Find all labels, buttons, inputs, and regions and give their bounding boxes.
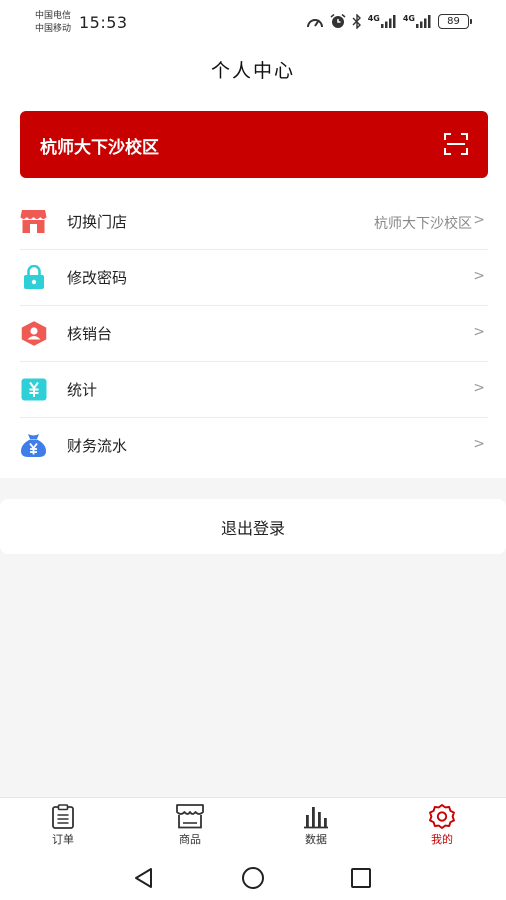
menu-label: 切换门店 [67,213,128,231]
alarm-icon [330,14,346,28]
menu-label: 统计 [67,381,98,399]
lock-icon [20,265,47,290]
store-banner[interactable]: 杭师大下沙校区 [20,111,488,178]
status-time: 15:53 [79,13,128,32]
tab-label: 数据 [305,833,327,846]
store-name: 杭师大下沙校区 [40,138,159,158]
tab-data[interactable]: 数据 [286,804,346,847]
current-store-value: 杭师大下沙校区 [374,216,472,232]
chevron-right-icon: > [473,212,485,228]
carrier-1: 中国电信 [35,11,72,21]
network-label-1: 4G [367,14,380,23]
battery-icon: 89 [438,14,472,29]
money-bag-icon [20,433,47,458]
store-icon [20,209,47,234]
back-icon[interactable] [133,867,155,889]
menu-item-switch-store[interactable]: 切换门店 杭师大下沙校区 > [20,194,488,250]
battery-level: 89 [438,14,469,29]
tab-label: 我的 [431,833,453,846]
page-title: 个人中心 [210,60,295,82]
menu-label: 修改密码 [67,269,128,287]
bar-chart-icon [304,807,328,829]
signal-2: 4G [403,15,432,28]
tab-label: 订单 [52,833,74,846]
system-nav-bar [0,855,506,900]
bottom-tab-bar: 订单 商品 数据 我的 [0,797,506,856]
signal-icon [380,15,396,28]
recents-icon[interactable] [350,867,372,889]
yen-doc-icon [20,377,47,402]
bluetooth-icon [352,14,361,29]
gear-icon [429,804,455,829]
tab-orders[interactable]: 订单 [33,804,93,847]
chevron-right-icon: > [473,436,485,452]
menu-item-finance-flow[interactable]: 财务流水 > [20,418,488,473]
chevron-right-icon: > [473,324,485,340]
menu-label: 财务流水 [67,437,128,455]
signal-icon [416,15,431,28]
menu-item-change-password[interactable]: 修改密码 > [20,250,488,306]
home-icon[interactable] [241,867,265,889]
signal-1: 4G [368,15,397,28]
logout-button[interactable]: 退出登录 [0,499,506,554]
menu-item-statistics[interactable]: 统计 > [20,362,488,418]
tab-products[interactable]: 商品 [160,804,220,847]
user-hexagon-icon [20,321,47,346]
chevron-right-icon: > [473,380,485,396]
speed-icon [306,18,323,27]
menu-item-verification[interactable]: 核销台 > [20,306,488,362]
tab-label: 商品 [179,833,201,846]
logout-label: 退出登录 [220,519,285,538]
tab-mine[interactable]: 我的 [412,804,472,847]
status-bar: 中国电信 中国移动 15:53 4G 4G 89 [0,0,506,44]
carrier-2: 中国移动 [35,24,72,34]
clipboard-icon [52,804,74,829]
status-icons: 4G 4G 89 [306,14,472,29]
carrier-info: 中国电信 中国移动 [35,10,71,36]
scan-icon[interactable] [444,133,468,155]
menu-list: 切换门店 杭师大下沙校区 > 修改密码 > 核销台 > 统计 > 财务流水 > [20,194,488,473]
network-label-2: 4G [402,14,415,23]
chevron-right-icon: > [473,268,485,284]
shop-icon [176,804,204,829]
menu-label: 核销台 [67,325,113,343]
